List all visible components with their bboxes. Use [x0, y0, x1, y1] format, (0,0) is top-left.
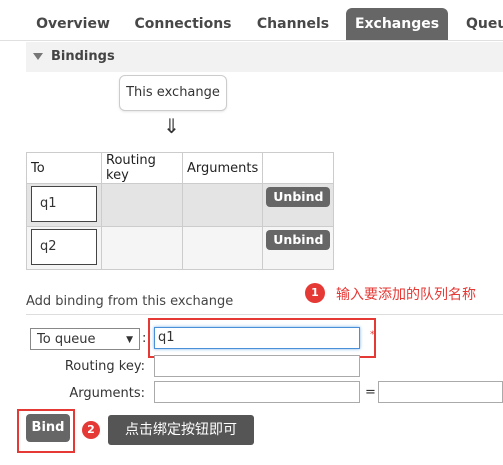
column-header: Routing key — [101, 152, 183, 184]
required-mark: * — [370, 330, 375, 340]
bind-button[interactable]: Bind — [26, 414, 70, 442]
tab-exchanges[interactable]: Exchanges — [346, 8, 448, 40]
destination-input[interactable]: q1 — [154, 327, 360, 349]
step-2-badge: 2 — [82, 421, 100, 439]
colon-separator: : — [142, 331, 147, 346]
argument-value-input[interactable] — [378, 381, 503, 403]
queue-link[interactable]: q2 — [31, 229, 97, 265]
collapse-triangle-icon — [33, 53, 43, 60]
bindings-table: To Routing key Arguments q1 Unbind q2 Un… — [26, 152, 335, 270]
column-header: To — [26, 152, 102, 184]
tab-channels[interactable]: Channels — [252, 8, 334, 40]
equals-sign: = — [365, 385, 376, 400]
argument-key-input[interactable] — [154, 381, 360, 403]
column-header: Arguments — [181, 152, 264, 184]
queue-link[interactable]: q1 — [31, 186, 97, 222]
routing-key-cell — [101, 183, 183, 227]
routing-key-input[interactable] — [154, 355, 360, 377]
tab-queues[interactable]: Queu — [466, 8, 503, 40]
arguments-cell — [181, 183, 264, 227]
table-row: q1 Unbind — [26, 183, 335, 227]
tab-overview[interactable]: Overview — [30, 8, 116, 40]
destination-type-value: To queue — [37, 332, 96, 347]
table-row: q2 Unbind — [26, 226, 335, 270]
tab-connections[interactable]: Connections — [130, 8, 236, 40]
bindings-title: Bindings — [51, 49, 115, 64]
unbind-button[interactable]: Unbind — [266, 230, 331, 250]
column-header — [262, 152, 335, 184]
this-exchange-box: This exchange — [119, 75, 227, 111]
tab-bar: Overview Connections Channels Exchanges … — [0, 0, 503, 41]
arguments-label: Arguments: — [69, 386, 145, 401]
bindings-section-header[interactable]: Bindings — [26, 42, 503, 72]
step-1-annotation: 输入要添加的队列名称 — [336, 287, 476, 303]
arguments-cell — [181, 226, 264, 270]
unbind-button[interactable]: Unbind — [266, 187, 331, 207]
routing-key-label: Routing key: — [64, 359, 145, 374]
add-binding-title: Add binding from this exchange — [26, 294, 234, 309]
destination-type-select[interactable]: To queue ▼ — [30, 328, 140, 350]
step-1-badge: 1 — [305, 283, 325, 303]
chevron-down-icon: ▼ — [126, 335, 133, 345]
step-2-annotation: 点击绑定按钮即可 — [108, 415, 254, 445]
divider — [26, 314, 503, 315]
routing-key-cell — [101, 226, 183, 270]
table-header-row: To Routing key Arguments — [26, 152, 335, 184]
down-arrow-icon: ⇓ — [163, 114, 180, 138]
